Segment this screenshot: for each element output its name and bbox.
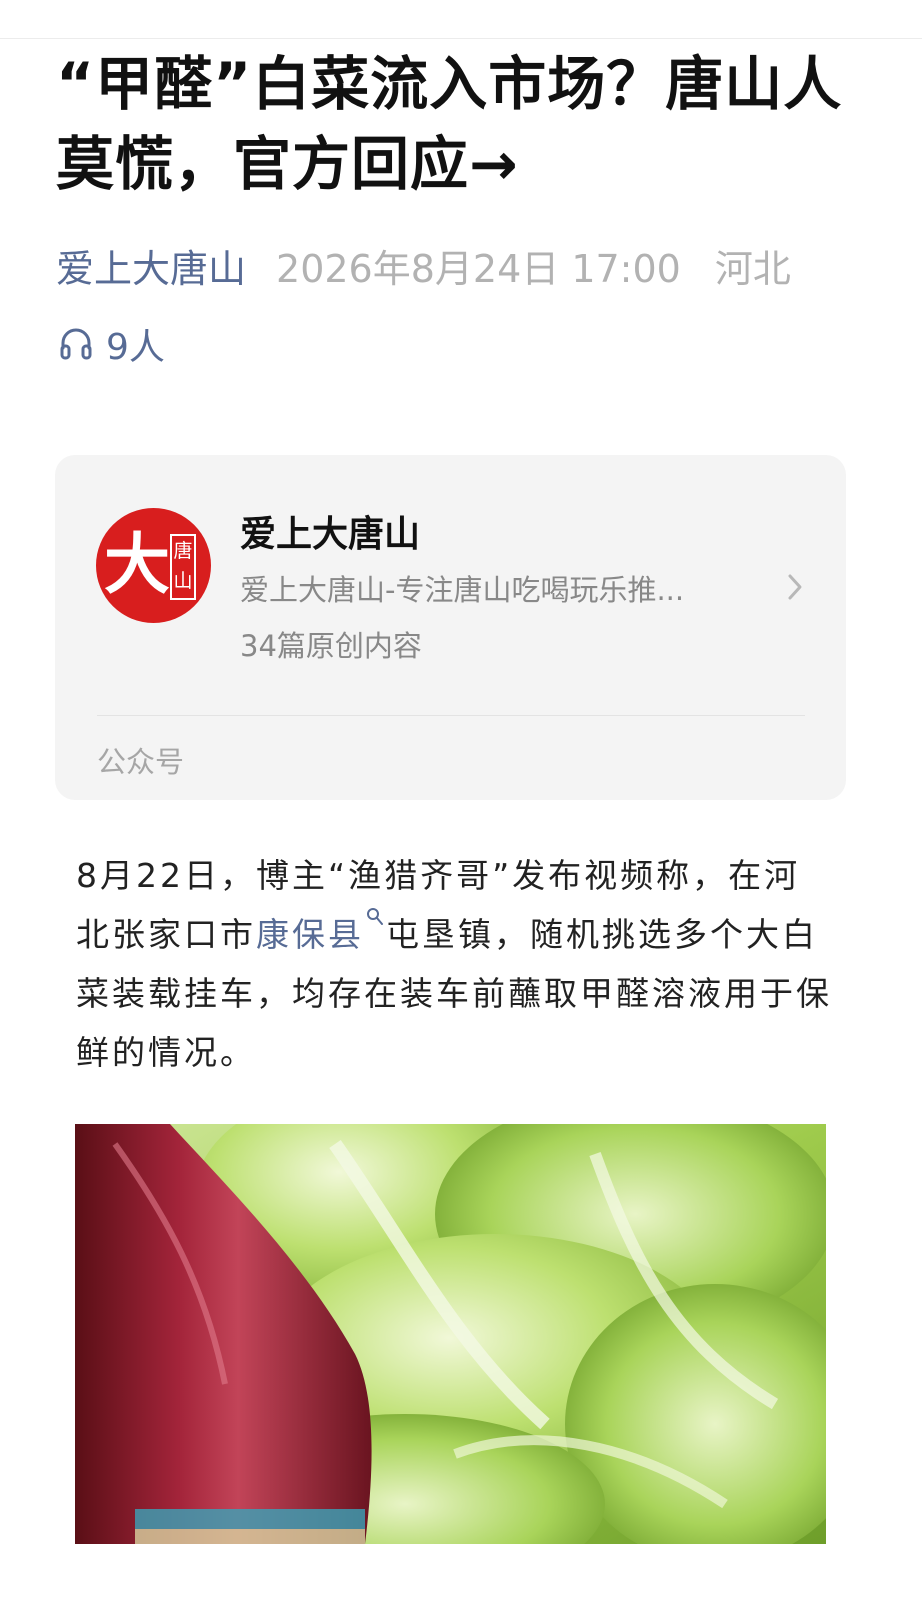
author-link[interactable]: 爱上大唐山 bbox=[56, 238, 246, 293]
top-divider bbox=[0, 38, 922, 39]
account-description: 爱上大唐山-专注唐山吃喝玩乐推... bbox=[240, 573, 685, 607]
listen-count-label: 9人 bbox=[106, 327, 165, 368]
headphones-icon bbox=[60, 328, 92, 360]
search-icon[interactable] bbox=[366, 907, 384, 927]
cabbage-bottle-image bbox=[75, 1124, 826, 1544]
article-meta: 爱上大唐山 2026年8月24日 17:00 河北 bbox=[56, 238, 791, 293]
avatar-box-chars: 唐山 bbox=[170, 534, 196, 600]
card-divider bbox=[97, 715, 805, 716]
publish-region: 河北 bbox=[714, 246, 791, 291]
publish-date: 2026年8月24日 17:00 bbox=[276, 246, 681, 291]
article-photo[interactable] bbox=[75, 1124, 826, 1544]
bottom-bar bbox=[0, 1544, 922, 1607]
account-name: 爱上大唐山 bbox=[240, 514, 421, 555]
original-count: 34篇原创内容 bbox=[240, 629, 422, 663]
avatar-main-char: 大 bbox=[104, 525, 170, 603]
county-link[interactable]: 康保县 bbox=[256, 915, 364, 954]
article-paragraph: 8月22日，博主“渔猎齐哥”发布视频称，在河北张家口市康保县 屯垦镇，随机挑选多个… bbox=[76, 846, 836, 1082]
account-type-label: 公众号 bbox=[97, 745, 185, 779]
account-card[interactable]: 大 唐山 爱上大唐山 爱上大唐山-专注唐山吃喝玩乐推... 34篇原创内容 公众… bbox=[55, 455, 846, 800]
listen-count[interactable]: 9人 bbox=[58, 320, 165, 368]
chevron-right-icon[interactable] bbox=[786, 572, 804, 602]
article-title: “甲醛”白菜流入市场？唐山人莫慌，官方回应→ bbox=[56, 50, 843, 198]
account-avatar: 大 唐山 bbox=[96, 508, 211, 623]
